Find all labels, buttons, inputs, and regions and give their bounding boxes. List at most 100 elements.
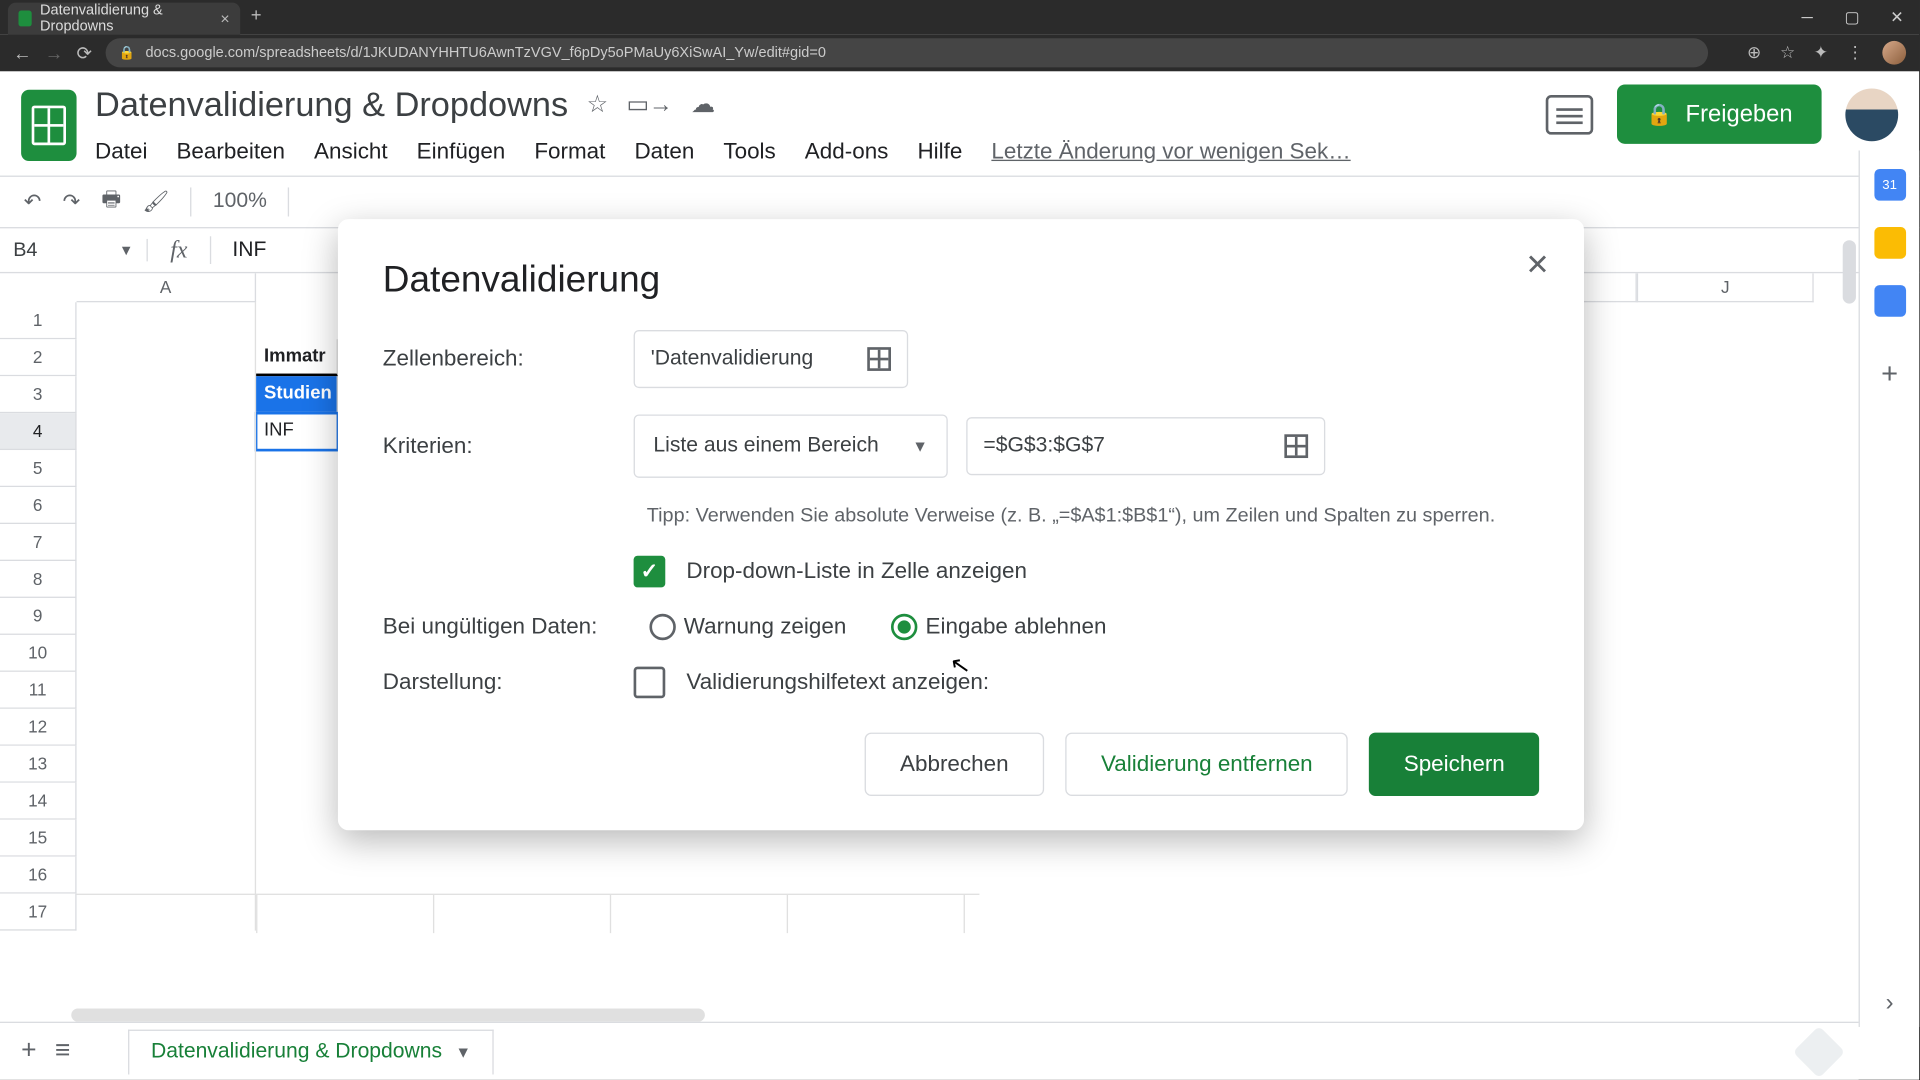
criteria-type-value: Liste aus einem Bereich: [653, 434, 878, 458]
browser-tab[interactable]: Datenvalidierung & Dropdowns ×: [8, 3, 240, 35]
row-header[interactable]: 17: [0, 894, 77, 931]
account-avatar[interactable]: [1845, 88, 1898, 141]
row-header[interactable]: 10: [0, 635, 77, 672]
toolbar-obscured: [343, 185, 1840, 219]
row-header[interactable]: 12: [0, 709, 77, 746]
column-header-j[interactable]: J: [1637, 273, 1814, 302]
vertical-scrollbar[interactable]: [1843, 240, 1856, 303]
sheets-logo-icon[interactable]: [21, 90, 76, 161]
close-tab-icon[interactable]: ×: [220, 11, 229, 27]
share-button[interactable]: 🔒 Freigeben: [1617, 84, 1822, 143]
extensions-icon[interactable]: ✦: [1814, 42, 1828, 63]
criteria-tip: Tipp: Verwenden Sie absolute Verweise (z…: [647, 504, 1539, 526]
browser-tab-strip: Datenvalidierung & Dropdowns × + ─ ▢ ✕: [0, 0, 1919, 34]
calendar-app-icon[interactable]: [1874, 169, 1906, 201]
sheet-tab-strip: + ≡ Datenvalidierung & Dropdowns ▼: [0, 1022, 1859, 1080]
horizontal-scrollbar[interactable]: [71, 1008, 705, 1021]
row-header[interactable]: 8: [0, 561, 77, 598]
add-sheet-icon[interactable]: +: [21, 1036, 36, 1066]
cell-b4[interactable]: INF: [256, 413, 338, 450]
menu-addons[interactable]: Add-ons: [805, 139, 889, 165]
select-range-icon[interactable]: [1284, 434, 1308, 458]
all-sheets-icon[interactable]: ≡: [55, 1036, 70, 1066]
show-dropdown-label: Drop-down-Liste in Zelle anzeigen: [686, 558, 1027, 584]
cell-range-input[interactable]: 'Datenvalidierung: [634, 330, 909, 388]
cloud-status-icon[interactable]: ☁: [691, 91, 715, 119]
menu-data[interactable]: Daten: [634, 139, 694, 165]
menu-edit[interactable]: Bearbeiten: [176, 139, 285, 165]
name-box[interactable]: B4 ▼: [0, 239, 148, 261]
row-header[interactable]: 13: [0, 746, 77, 783]
zoom-select[interactable]: 100%: [213, 190, 267, 214]
row-header[interactable]: 14: [0, 783, 77, 820]
profile-avatar-icon[interactable]: [1882, 41, 1906, 65]
maximize-icon[interactable]: ▢: [1830, 0, 1875, 34]
radio-show-warning-label: Warnung zeigen: [684, 614, 847, 640]
sheet-tab[interactable]: Datenvalidierung & Dropdowns ▼: [129, 1029, 494, 1074]
menu-insert[interactable]: Einfügen: [417, 139, 506, 165]
undo-icon[interactable]: ↶: [24, 189, 42, 215]
comments-icon[interactable]: [1546, 94, 1594, 134]
formula-input[interactable]: INF: [211, 238, 266, 262]
zoom-icon[interactable]: ⊕: [1747, 42, 1761, 63]
minimize-icon[interactable]: ─: [1785, 0, 1830, 34]
row-header[interactable]: 3: [0, 376, 77, 413]
radio-show-warning[interactable]: [649, 614, 675, 640]
column-header-a[interactable]: A: [77, 273, 257, 302]
keep-app-icon[interactable]: [1874, 227, 1906, 259]
select-range-icon[interactable]: [867, 347, 891, 371]
row-header[interactable]: 16: [0, 857, 77, 894]
add-addon-icon[interactable]: +: [1881, 356, 1898, 390]
new-tab-button[interactable]: +: [251, 4, 262, 25]
row-header[interactable]: 9: [0, 598, 77, 635]
criteria-type-dropdown[interactable]: Liste aus einem Bereich ▼: [634, 414, 948, 477]
close-dialog-icon[interactable]: ✕: [1525, 248, 1549, 282]
move-icon[interactable]: ▭→: [626, 91, 672, 119]
row-header[interactable]: 1: [0, 302, 77, 339]
column-a-cells[interactable]: [77, 302, 257, 930]
dialog-title: Datenvalidierung: [383, 259, 1539, 301]
bookmark-icon[interactable]: ☆: [1780, 42, 1795, 63]
redo-icon[interactable]: ↷: [63, 189, 81, 215]
radio-reject-input[interactable]: [891, 614, 917, 640]
cell-b2[interactable]: Immatr: [256, 339, 338, 376]
row-header[interactable]: 15: [0, 820, 77, 857]
last-edit-link[interactable]: Letzte Änderung vor wenigen Sek…: [991, 139, 1350, 165]
close-window-icon[interactable]: ✕: [1874, 0, 1919, 34]
browser-toolbar: ← → ⟳ 🔒 docs.google.com/spreadsheets/d/1…: [0, 34, 1919, 71]
forward-icon[interactable]: →: [45, 42, 63, 63]
print-icon[interactable]: 🖶: [101, 184, 121, 220]
row-header[interactable]: 5: [0, 450, 77, 487]
row-header[interactable]: 6: [0, 487, 77, 524]
cancel-button[interactable]: Abbrechen: [864, 733, 1044, 796]
name-box-value: B4: [13, 239, 37, 261]
cell-b3[interactable]: Studien: [256, 376, 338, 413]
row-header[interactable]: 7: [0, 524, 77, 561]
back-icon[interactable]: ←: [13, 42, 31, 63]
address-bar[interactable]: 🔒 docs.google.com/spreadsheets/d/1JKUDAN…: [105, 38, 1707, 67]
document-title[interactable]: Datenvalidierung & Dropdowns: [95, 84, 568, 125]
row-header[interactable]: 2: [0, 339, 77, 376]
save-button[interactable]: Speichern: [1369, 733, 1539, 796]
collapse-sidepanel-icon[interactable]: ›: [1886, 989, 1894, 1017]
chrome-menu-icon[interactable]: ⋮: [1847, 42, 1864, 63]
remove-validation-button[interactable]: Validierung entfernen: [1065, 733, 1348, 796]
reload-icon[interactable]: ⟳: [77, 42, 92, 64]
menu-file[interactable]: Datei: [95, 139, 147, 165]
tasks-app-icon[interactable]: [1874, 285, 1906, 317]
grid-lines: [77, 895, 980, 933]
chevron-down-icon[interactable]: ▼: [455, 1043, 471, 1061]
menu-tools[interactable]: Tools: [723, 139, 775, 165]
row-header[interactable]: 11: [0, 672, 77, 709]
star-icon[interactable]: ☆: [587, 91, 608, 119]
show-helptext-checkbox[interactable]: [634, 667, 666, 699]
show-dropdown-checkbox[interactable]: [634, 556, 666, 588]
menu-view[interactable]: Ansicht: [314, 139, 388, 165]
menu-format[interactable]: Format: [534, 139, 605, 165]
criteria-range-value: =$G$3:$G$7: [983, 434, 1105, 458]
menu-help[interactable]: Hilfe: [917, 139, 962, 165]
explore-icon[interactable]: [1793, 1025, 1845, 1077]
row-header[interactable]: 4: [0, 413, 77, 450]
paint-format-icon[interactable]: 🖌: [142, 189, 169, 215]
criteria-range-input[interactable]: =$G$3:$G$7: [966, 417, 1325, 475]
